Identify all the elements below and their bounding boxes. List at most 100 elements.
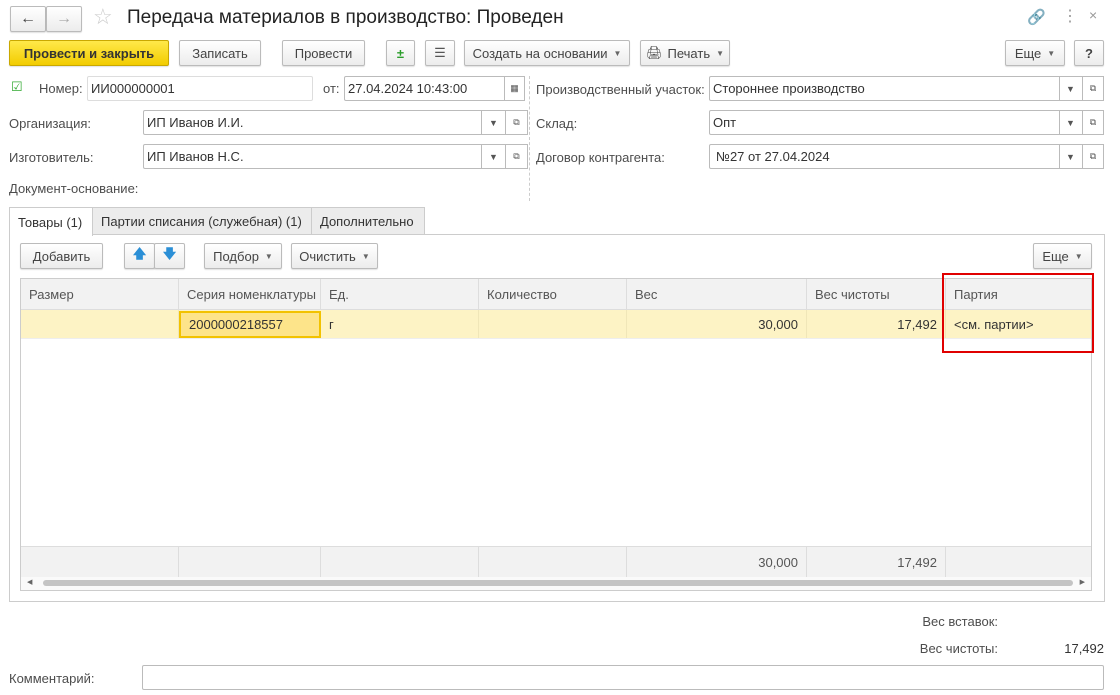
chevron-down-icon[interactable]: ▼ — [481, 111, 505, 134]
scroll-left-icon[interactable]: ◀ — [27, 578, 32, 586]
contract-label: Договор контрагента: — [536, 150, 665, 165]
move-up-button[interactable]: 🡅 — [124, 243, 155, 269]
purity-weight-label: Вес чистоты: — [919, 641, 998, 656]
total-unit — [321, 547, 479, 577]
goods-table: Размер Серия номенклатуры Ед. Количество… — [20, 278, 1092, 591]
scrollbar-thumb[interactable] — [43, 580, 1073, 586]
open-icon[interactable]: ⧉ — [1082, 76, 1104, 101]
cell-unit[interactable]: г — [321, 310, 479, 338]
pick-label: Подбор — [213, 248, 259, 264]
chevron-down-icon: ▼ — [716, 48, 725, 58]
organization-value: ИП Иванов И.И. — [147, 115, 244, 130]
chevron-down-icon: ▼ — [1074, 251, 1083, 261]
maker-field[interactable]: ИП Иванов Н.С. ▼ ⧉ — [143, 144, 528, 169]
more-icon[interactable]: ⋮ — [1062, 6, 1078, 26]
cell-weight[interactable]: 30,000 — [627, 310, 807, 338]
chevron-down-icon: ▼ — [613, 48, 622, 58]
create-based-label: Создать на основании — [472, 45, 608, 61]
basis-document-label: Документ-основание: — [9, 181, 139, 196]
calendar-icon[interactable]: ▦ — [504, 76, 525, 101]
total-purity-weight: 17,492 — [807, 547, 946, 577]
table-row[interactable]: 2000000218557 г 30,000 17,492 <см. парти… — [21, 310, 1091, 339]
cell-size[interactable] — [21, 310, 179, 338]
number-field[interactable]: ИИ000000001 — [87, 76, 313, 101]
create-based-on-button[interactable]: Создать на основании ▼ — [464, 40, 630, 66]
column-divider — [529, 76, 530, 201]
close-icon[interactable]: × — [1089, 7, 1097, 23]
chevron-down-icon[interactable]: ▼ — [1059, 77, 1081, 100]
inserts-weight-label: Вес вставок: — [922, 614, 998, 629]
date-field[interactable]: 27.04.2024 10:43:00 ▦ — [344, 76, 525, 101]
move-down-button[interactable]: 🡇 — [154, 243, 185, 269]
cell-purity-weight[interactable]: 17,492 — [807, 310, 946, 338]
back-button[interactable]: ← — [10, 6, 46, 32]
total-series — [179, 547, 321, 577]
chevron-down-icon: ▼ — [361, 251, 370, 261]
arrow-down-icon: 🡇 — [162, 246, 177, 261]
organization-field[interactable]: ИП Иванов И.И. ▼ ⧉ — [143, 110, 528, 135]
open-icon[interactable]: ⧉ — [505, 144, 528, 169]
chevron-down-icon: ▼ — [264, 251, 273, 261]
table-more-label: Еще — [1042, 248, 1069, 264]
post-and-close-button[interactable]: Провести и закрыть — [9, 40, 169, 66]
total-size — [21, 547, 179, 577]
help-button[interactable]: ? — [1074, 40, 1104, 66]
column-header-unit[interactable]: Ед. — [321, 279, 479, 309]
arrow-right-icon: → — [56, 10, 72, 27]
add-button[interactable]: Добавить — [20, 243, 103, 269]
production-site-field[interactable]: Стороннее производство ▼ ⧉ — [709, 76, 1104, 101]
arrow-left-icon: ← — [20, 10, 36, 27]
table-header: Размер Серия номенклатуры Ед. Количество… — [21, 279, 1091, 310]
open-icon[interactable]: ⧉ — [1082, 110, 1104, 135]
save-button[interactable]: Записать — [179, 40, 261, 66]
organization-label: Организация: — [9, 116, 92, 131]
column-header-series[interactable]: Серия номенклатуры — [179, 279, 321, 309]
more-label: Еще — [1014, 45, 1042, 61]
contract-field[interactable]: №27 от 27.04.2024 ▼ ⧉ — [709, 144, 1104, 169]
comment-field[interactable] — [142, 665, 1104, 690]
warehouse-field[interactable]: Опт ▼ ⧉ — [709, 110, 1104, 135]
open-icon[interactable]: ⧉ — [1082, 144, 1104, 169]
journal-button[interactable]: ☰ — [425, 40, 455, 66]
chevron-down-icon[interactable]: ▼ — [1059, 111, 1081, 134]
table-more-button[interactable]: Еще ▼ — [1033, 243, 1092, 269]
column-header-purity-weight[interactable]: Вес чистоты — [807, 279, 946, 309]
print-button[interactable]: 🖨 Печать ▼ — [640, 40, 730, 66]
open-icon[interactable]: ⧉ — [505, 110, 528, 135]
scroll-right-icon[interactable]: ▶ — [1080, 578, 1085, 586]
warehouse-value: Опт — [713, 115, 737, 130]
table-totals: 30,000 17,492 — [21, 546, 1091, 577]
total-quantity — [479, 547, 627, 577]
column-header-size[interactable]: Размер — [21, 279, 179, 309]
link-icon[interactable]: 🔗 — [1027, 8, 1046, 26]
contract-value: №27 от 27.04.2024 — [716, 149, 830, 164]
cell-quantity[interactable] — [479, 310, 627, 338]
chevron-down-icon: ▼ — [1047, 48, 1056, 58]
date-value: 27.04.2024 10:43:00 — [348, 81, 468, 96]
tab-writeoff-batches[interactable]: Партии списания (служебная) (1) — [92, 207, 312, 235]
tab-goods[interactable]: Товары (1) — [9, 207, 93, 236]
chevron-down-icon[interactable]: ▼ — [481, 145, 505, 168]
production-site-value: Стороннее производство — [713, 81, 865, 96]
clear-label: Очистить — [299, 248, 356, 264]
chevron-down-icon[interactable]: ▼ — [1059, 145, 1081, 168]
column-header-quantity[interactable]: Количество — [479, 279, 627, 309]
tab-additional[interactable]: Дополнительно — [311, 207, 425, 235]
pick-button[interactable]: Подбор ▼ — [204, 243, 282, 269]
movements-button[interactable]: ± — [386, 40, 415, 66]
column-header-weight[interactable]: Вес — [627, 279, 807, 309]
cell-series[interactable]: 2000000218557 — [179, 311, 321, 338]
star-icon[interactable]: ☆ — [93, 4, 113, 30]
page-title: Передача материалов в производство: Пров… — [127, 7, 564, 28]
post-button[interactable]: Провести — [282, 40, 365, 66]
date-label: от: — [323, 81, 340, 96]
horizontal-scrollbar[interactable]: ◀ ▶ — [21, 577, 1091, 590]
print-label: Печать — [667, 45, 711, 61]
more-button[interactable]: Еще ▼ — [1005, 40, 1065, 66]
comment-label: Комментарий: — [9, 671, 95, 686]
maker-label: Изготовитель: — [9, 150, 94, 165]
production-site-label: Производственный участок: — [536, 82, 705, 97]
forward-button[interactable]: → — [46, 6, 82, 32]
purity-weight-value: 17,492 — [1064, 641, 1104, 656]
clear-button[interactable]: Очистить ▼ — [291, 243, 378, 269]
